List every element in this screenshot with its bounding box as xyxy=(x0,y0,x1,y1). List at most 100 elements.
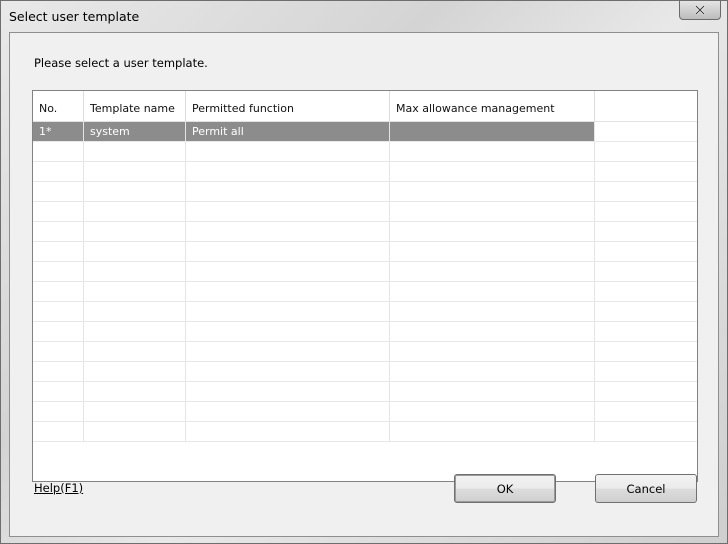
cell-extra xyxy=(595,122,697,141)
cell-empty xyxy=(33,162,84,181)
cell-empty xyxy=(595,362,697,381)
cell-empty xyxy=(186,262,390,281)
cell-empty xyxy=(186,302,390,321)
table-row-empty[interactable] xyxy=(33,242,697,262)
cell-empty xyxy=(84,342,186,361)
cell-empty xyxy=(595,322,697,341)
cell-empty xyxy=(186,342,390,361)
table-row-empty[interactable] xyxy=(33,262,697,282)
cancel-button[interactable]: Cancel xyxy=(595,474,697,503)
cell-empty xyxy=(84,282,186,301)
cell-empty xyxy=(84,322,186,341)
cell-no: 1* xyxy=(33,122,84,141)
close-icon xyxy=(695,5,705,15)
title-bar[interactable]: Select user template xyxy=(1,1,727,33)
cell-empty xyxy=(186,162,390,181)
cell-empty xyxy=(33,382,84,401)
cell-empty xyxy=(390,402,595,421)
cell-empty xyxy=(595,422,697,441)
cell-empty xyxy=(33,262,84,281)
cell-empty xyxy=(186,182,390,201)
cell-empty xyxy=(186,402,390,421)
table-row-empty[interactable] xyxy=(33,302,697,322)
cell-empty xyxy=(33,242,84,261)
cell-empty xyxy=(84,222,186,241)
cell-empty xyxy=(186,142,390,161)
table-row-empty[interactable] xyxy=(33,382,697,402)
help-link[interactable]: Help(F1) xyxy=(34,481,83,495)
template-table[interactable]: No. Template name Permitted function Max… xyxy=(32,90,698,482)
cell-empty xyxy=(390,182,595,201)
table-row-empty[interactable] xyxy=(33,282,697,302)
cell-empty xyxy=(390,422,595,441)
cell-empty xyxy=(84,242,186,261)
cell-empty xyxy=(186,422,390,441)
cell-empty xyxy=(33,202,84,221)
table-body: 1* system Permit all xyxy=(33,122,697,442)
cell-empty xyxy=(84,162,186,181)
cell-empty xyxy=(186,202,390,221)
cell-empty xyxy=(33,362,84,381)
close-button[interactable] xyxy=(679,1,721,20)
cell-permitted-function: Permit all xyxy=(186,122,390,141)
cell-empty xyxy=(390,362,595,381)
instruction-text: Please select a user template. xyxy=(34,56,208,70)
table-row-empty[interactable] xyxy=(33,362,697,382)
ok-button[interactable]: OK xyxy=(454,474,556,503)
cell-empty xyxy=(595,382,697,401)
cell-empty xyxy=(595,242,697,261)
table-row-empty[interactable] xyxy=(33,222,697,242)
dialog-title: Select user template xyxy=(9,9,140,24)
cell-empty xyxy=(595,342,697,361)
column-header-max-allowance[interactable]: Max allowance management xyxy=(390,91,595,121)
cell-empty xyxy=(595,202,697,221)
cell-empty xyxy=(33,182,84,201)
table-row-empty[interactable] xyxy=(33,322,697,342)
cell-empty xyxy=(595,162,697,181)
table-row[interactable]: 1* system Permit all xyxy=(33,122,697,142)
table-row-empty[interactable] xyxy=(33,402,697,422)
cell-empty xyxy=(33,302,84,321)
cell-empty xyxy=(390,222,595,241)
cell-empty xyxy=(84,202,186,221)
table-row-empty[interactable] xyxy=(33,142,697,162)
dialog-client-area: Please select a user template. No. Templ… xyxy=(9,32,719,537)
cell-empty xyxy=(595,282,697,301)
cell-template-name: system xyxy=(84,122,186,141)
table-row-empty[interactable] xyxy=(33,162,697,182)
column-header-permitted-function[interactable]: Permitted function xyxy=(186,91,390,121)
cell-empty xyxy=(33,322,84,341)
column-header-extra xyxy=(595,91,697,121)
table-row-empty[interactable] xyxy=(33,202,697,222)
cell-empty xyxy=(390,342,595,361)
cell-empty xyxy=(84,422,186,441)
cell-empty xyxy=(33,422,84,441)
cell-empty xyxy=(186,242,390,261)
cell-empty xyxy=(84,362,186,381)
cell-empty xyxy=(186,322,390,341)
cell-empty xyxy=(33,282,84,301)
cell-max-allowance xyxy=(390,122,595,141)
cell-empty xyxy=(186,362,390,381)
cell-empty xyxy=(84,382,186,401)
cell-empty xyxy=(595,402,697,421)
column-header-template-name[interactable]: Template name xyxy=(84,91,186,121)
table-row-empty[interactable] xyxy=(33,422,697,442)
cell-empty xyxy=(33,342,84,361)
cell-empty xyxy=(595,302,697,321)
cell-empty xyxy=(390,322,595,341)
table-row-empty[interactable] xyxy=(33,182,697,202)
cell-empty xyxy=(390,282,595,301)
cell-empty xyxy=(390,162,595,181)
cell-empty xyxy=(390,262,595,281)
column-header-no[interactable]: No. xyxy=(33,91,84,121)
cell-empty xyxy=(84,402,186,421)
cell-empty xyxy=(84,302,186,321)
cell-empty xyxy=(33,402,84,421)
cell-empty xyxy=(33,142,84,161)
cell-empty xyxy=(390,242,595,261)
cell-empty xyxy=(33,222,84,241)
cell-empty xyxy=(390,382,595,401)
table-row-empty[interactable] xyxy=(33,342,697,362)
cell-empty xyxy=(595,262,697,281)
